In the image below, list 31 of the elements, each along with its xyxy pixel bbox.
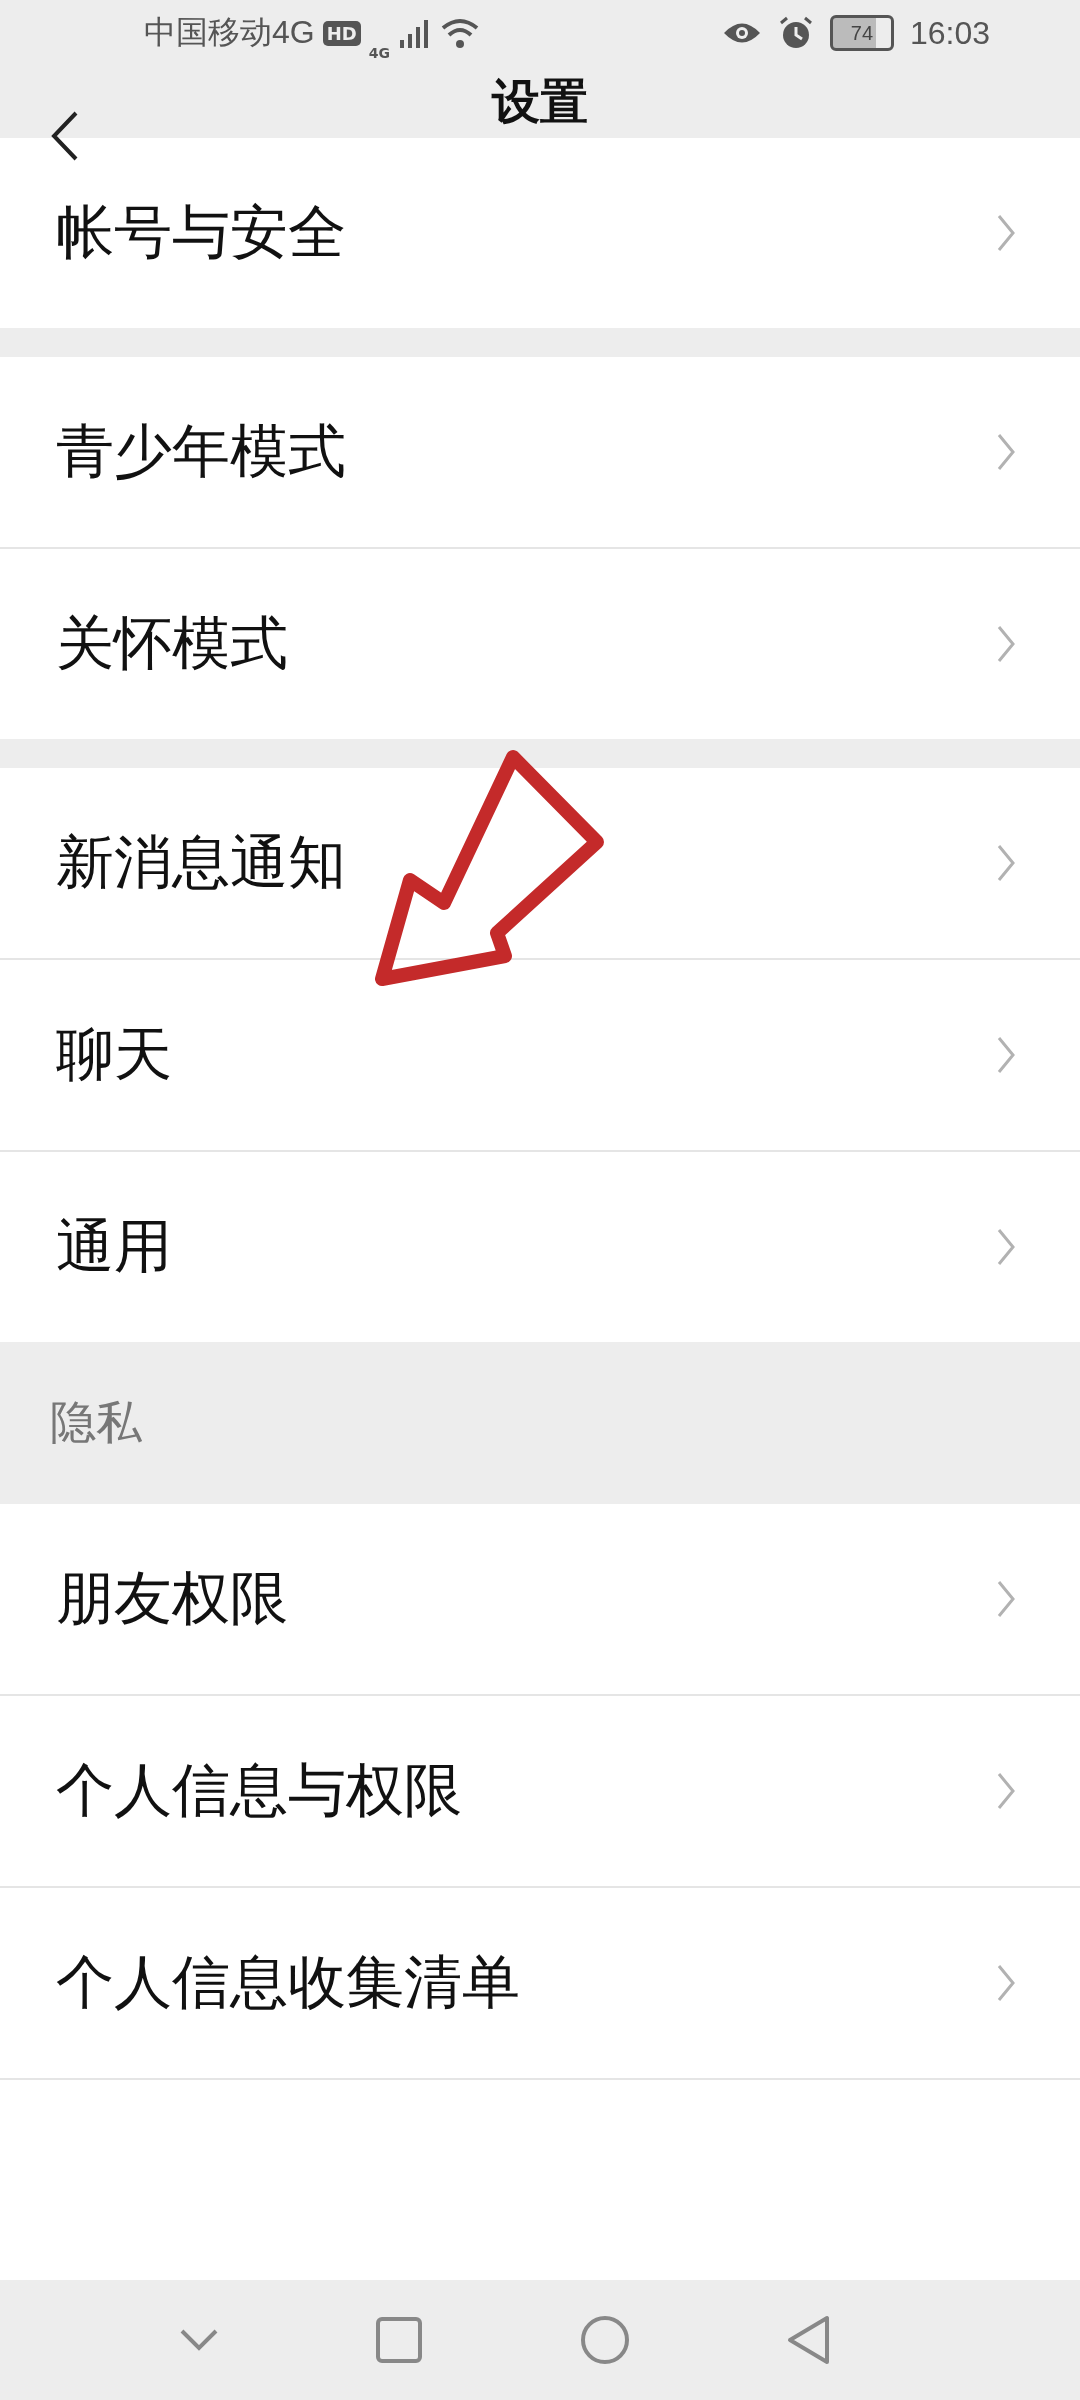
chevron-icon — [996, 1227, 1016, 1267]
back-nav-icon[interactable] — [787, 2315, 832, 2365]
recents-icon[interactable] — [376, 2317, 423, 2363]
chevron-icon — [996, 1963, 1016, 2003]
settings-item[interactable]: 聊天 — [0, 960, 1080, 1152]
settings-item[interactable]: 个人信息与权限 — [0, 1696, 1080, 1888]
settings-item[interactable]: 新消息通知 — [0, 768, 1080, 960]
back-icon[interactable] — [50, 110, 80, 163]
hd-badge: HD — [322, 20, 361, 46]
chevron-icon — [996, 213, 1016, 253]
section-title: 隐私 — [50, 1394, 142, 1451]
settings-item[interactable]: 青少年模式 — [0, 357, 1080, 549]
settings-item[interactable]: 帐号与安全 — [0, 138, 1080, 328]
battery-icon: 74 — [829, 15, 894, 52]
chevron-icon — [996, 1579, 1016, 1619]
wifi-icon — [439, 16, 480, 51]
chevron-icon — [996, 432, 1016, 472]
chevron-icon — [996, 624, 1016, 664]
network-text: 4G — [368, 45, 390, 62]
chevron-icon — [996, 1771, 1016, 1811]
chevron-icon — [996, 843, 1016, 883]
settings-item[interactable]: 通用 — [0, 1152, 1080, 1342]
settings-item[interactable]: 关怀模式 — [0, 549, 1080, 739]
collapse-icon[interactable] — [178, 2328, 219, 2352]
time-text: 16:03 — [909, 14, 990, 52]
chevron-icon — [996, 1035, 1016, 1075]
settings-item[interactable]: 个人信息收集清单 — [0, 1888, 1080, 2080]
carrier-text: 中国移动4G — [144, 13, 315, 53]
home-icon[interactable] — [579, 2315, 630, 2365]
settings-item[interactable]: 朋友权限 — [0, 1504, 1080, 1696]
page-title: 设置 — [492, 72, 588, 132]
